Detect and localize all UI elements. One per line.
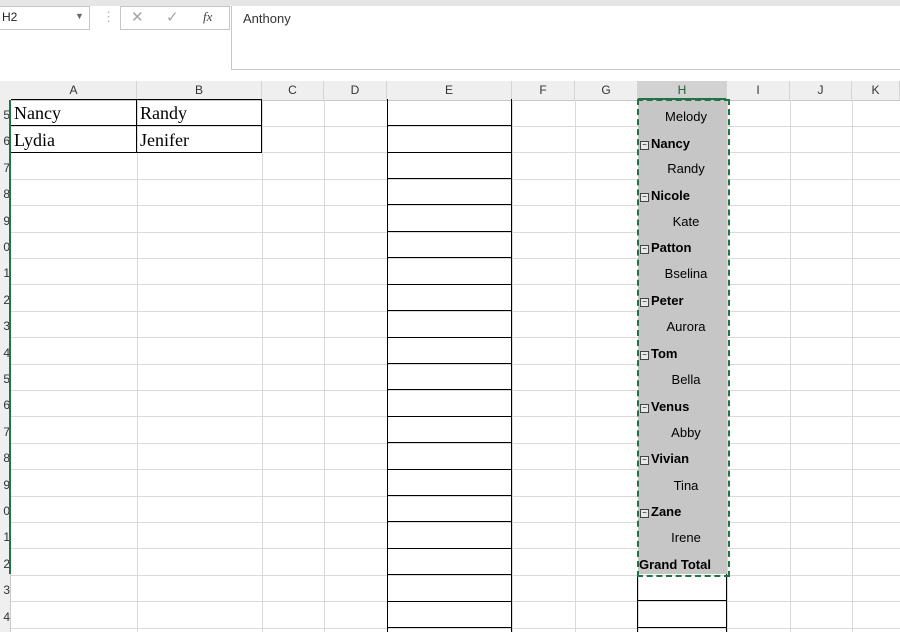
row-header[interactable]: 4 xyxy=(0,610,10,624)
formula-bar-value: Anthony xyxy=(243,11,291,26)
chevron-down-icon[interactable]: ▼ xyxy=(75,11,84,21)
insert-function-icon[interactable]: fx xyxy=(203,9,212,25)
column-header-b[interactable]: B xyxy=(137,81,262,100)
formula-bar[interactable] xyxy=(231,6,900,70)
column-header-k[interactable]: K xyxy=(852,81,900,100)
more-icon[interactable]: ⋮ xyxy=(102,9,115,25)
name-box-value: H2 xyxy=(2,10,18,24)
column-headers: A B C D E F G H I J K xyxy=(0,81,900,101)
column-header-f[interactable]: F xyxy=(512,81,575,100)
check-icon[interactable]: ✓ xyxy=(166,8,179,26)
cancel-icon[interactable]: ✕ xyxy=(131,8,144,26)
column-header-a[interactable]: A xyxy=(11,81,137,100)
column-header-h[interactable]: H xyxy=(638,81,727,100)
row-header[interactable]: 3 xyxy=(0,583,10,597)
column-header-e[interactable]: E xyxy=(387,81,512,100)
column-header-c[interactable]: C xyxy=(262,81,324,100)
column-header-g[interactable]: G xyxy=(575,81,638,100)
cell-a6[interactable]: Lydia xyxy=(14,130,55,151)
copy-marquee xyxy=(637,99,730,577)
cell-b6[interactable]: Jenifer xyxy=(140,130,189,151)
column-header-i[interactable]: I xyxy=(727,81,790,100)
column-header-j[interactable]: J xyxy=(790,81,852,100)
cell-a5[interactable]: Nancy xyxy=(14,103,61,124)
column-header-d[interactable]: D xyxy=(324,81,387,100)
cell-b5[interactable]: Randy xyxy=(140,103,187,124)
